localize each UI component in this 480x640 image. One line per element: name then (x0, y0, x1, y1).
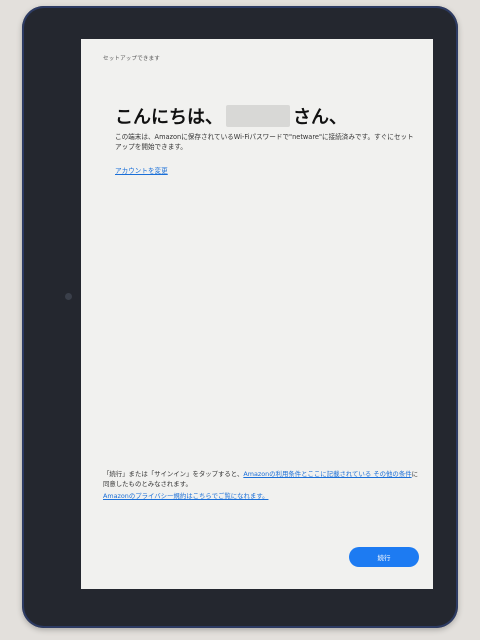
front-camera (65, 293, 72, 300)
wifi-connected-description: この端末は、Amazonに保存されているWi-Fiパスワードで"netware"… (115, 133, 414, 151)
greeting-heading: こんにちは、 さん、 (115, 103, 347, 129)
greeting-prefix: こんにちは、 (115, 107, 223, 128)
setup-screen: セットアップできます こんにちは、 さん、 この端末は、Amazonに保存されて… (81, 39, 433, 589)
tablet-device: セットアップできます こんにちは、 さん、 この端末は、Amazonに保存されて… (22, 6, 458, 628)
privacy-policy-link[interactable]: Amazonのプライバシー規約はこちらでご覧になれます。 (103, 491, 268, 500)
terms-prefix: 「続行」または「サインイン」をタップすると、 (103, 470, 244, 478)
terms-notice: 「続行」または「サインイン」をタップすると、Amazonの利用条件とここに記載さ… (103, 469, 421, 489)
redacted-username (226, 105, 290, 127)
continue-button[interactable]: 続行 (349, 547, 419, 567)
terms-link[interactable]: Amazonの利用条件とここに記載されている その他の条件 (243, 470, 411, 478)
change-account-link[interactable]: アカウントを変更 (115, 165, 168, 175)
screen-title: セットアップできます (103, 56, 161, 62)
greeting-suffix: さん、 (293, 107, 347, 128)
